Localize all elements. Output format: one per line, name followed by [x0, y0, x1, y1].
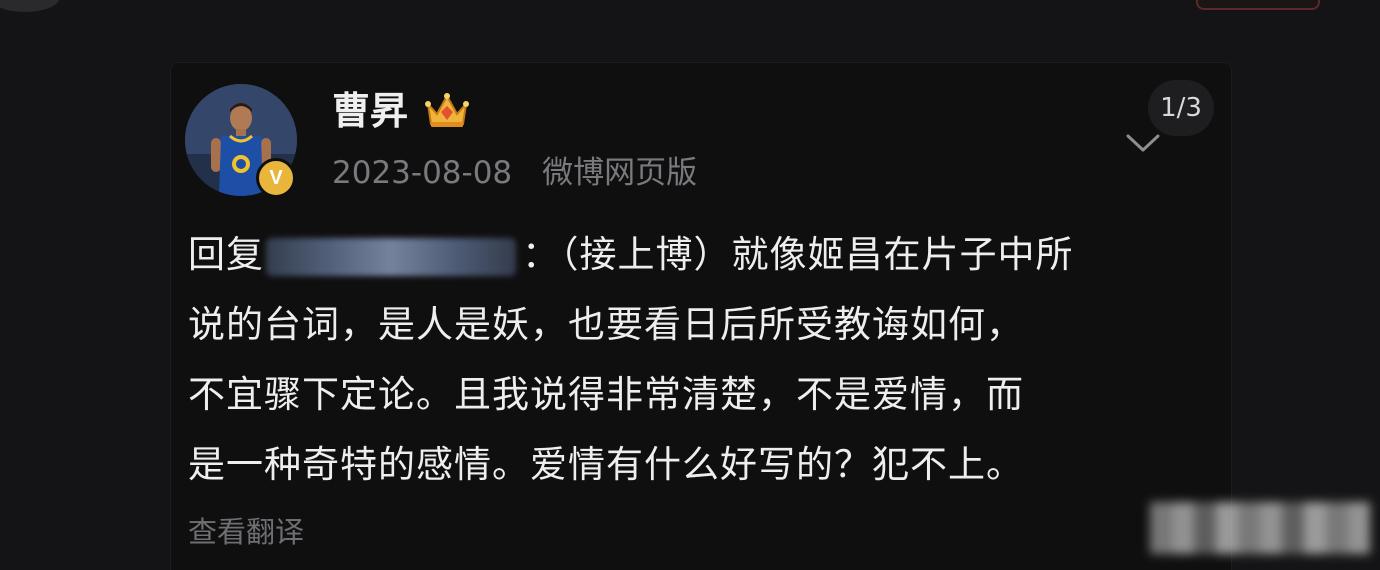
post-meta: 2023-08-08 微博网页版 — [332, 152, 697, 194]
blurred-watermark — [1150, 502, 1370, 554]
crown-icon[interactable] — [424, 90, 470, 130]
page-counter[interactable]: 1/3 — [1148, 80, 1214, 136]
post-line-3: 不宜骤下定论。且我说得非常清楚，不是爱情，而 — [188, 373, 1024, 416]
post-body: 回复 ：（接上博）就像姬昌在片子中所 说的台词，是人是妖，也要看日后所受教诲如何，… — [188, 220, 1188, 500]
verified-icon: V — [256, 158, 296, 198]
post-line-2: 说的台词，是人是妖，也要看日后所受教诲如何， — [188, 303, 1024, 346]
post-line-1: 回复 ：（接上博）就像姬昌在片子中所 — [188, 220, 1188, 290]
post-line-1-text: ：（接上博）就像姬昌在片子中所 — [522, 233, 1074, 276]
top-left-cropped-element — [0, 0, 60, 12]
post-date: 2023-08-08 — [332, 155, 513, 191]
username[interactable]: 曹昇 — [332, 86, 408, 136]
screenshot: V 曹昇 2023-08-08 微博网页版 1/3 回复 ：（接上博）就像姬昌在片子… — [0, 0, 1380, 570]
post-source: 微博网页版 — [542, 155, 698, 191]
top-right-cropped-element — [1196, 0, 1320, 10]
chevron-down-icon[interactable] — [1124, 130, 1162, 156]
reply-prefix: 回复 — [188, 233, 264, 276]
view-translation-link[interactable]: 查看翻译 — [188, 512, 304, 552]
verified-badge-label: V — [269, 166, 283, 189]
blurred-mentioned-user[interactable] — [266, 237, 516, 276]
post-line-4: 是一种奇特的感情。爱情有什么好写的？犯不上。 — [188, 443, 1024, 486]
